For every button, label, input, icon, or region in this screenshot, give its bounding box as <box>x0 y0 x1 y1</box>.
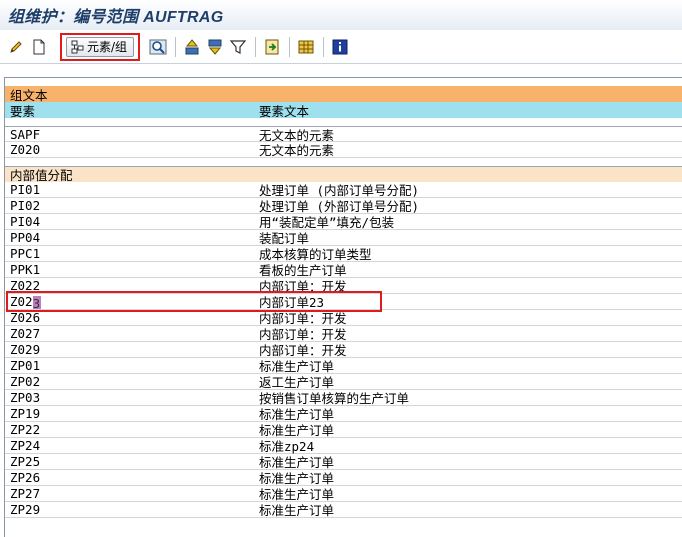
info-icon[interactable] <box>330 37 350 57</box>
column-header-row: 要素 要素文本 <box>5 102 682 119</box>
find-icon[interactable] <box>148 37 168 57</box>
table-row[interactable]: PI04 用“装配定单”填充/包装 <box>5 214 682 230</box>
table-row[interactable]: ZP29 标准生产订单 <box>5 502 682 518</box>
pencil-icon[interactable] <box>6 37 26 57</box>
element-code: ZP29 <box>10 502 41 517</box>
element-code: SAPF <box>10 126 41 142</box>
table-row[interactable]: Z022 内部订单：开发 <box>5 278 682 294</box>
element-code: ZP24 <box>10 438 41 453</box>
element-code: ZP26 <box>10 470 41 485</box>
element-code: PI04 <box>10 214 41 229</box>
element-group-button[interactable]: 元素/组 <box>66 36 135 57</box>
window-title: 组维护：编号范围 AUFTRAG <box>8 9 224 26</box>
element-code-prefix: Z02 <box>10 294 33 309</box>
toolbar-separator <box>323 36 325 57</box>
filter-icon[interactable] <box>228 37 248 57</box>
table-row[interactable]: SAPF 无文本的元素 <box>5 126 682 143</box>
element-group-label: 元素/组 <box>87 40 128 54</box>
element-code: PPC1 <box>10 246 41 261</box>
element-code: ZP19 <box>10 406 41 421</box>
toolbar-separator <box>289 36 291 57</box>
table-row[interactable]: Z020 无文本的元素 <box>5 142 682 158</box>
element-code: Z020 <box>10 142 41 157</box>
table-layout-icon[interactable] <box>296 37 316 57</box>
element-text: 标准生产订单 <box>259 503 335 518</box>
element-code: ZP02 <box>10 374 41 389</box>
element-code: PI02 <box>10 198 41 213</box>
element-text: 无文本的元素 <box>259 143 335 158</box>
element-code: Z026 <box>10 310 41 325</box>
element-code: Z027 <box>10 326 41 341</box>
sort-descending-icon[interactable] <box>205 37 225 57</box>
element-code: PI01 <box>10 182 41 197</box>
table-row[interactable]: ZP25 标准生产订单 <box>5 454 682 470</box>
title-bar: 组维护：编号范围 AUFTRAG <box>0 0 682 30</box>
sort-ascending-icon[interactable] <box>182 37 202 57</box>
table-row[interactable]: ZP27 标准生产订单 <box>5 486 682 502</box>
group-text-header: 组文本 <box>5 86 682 103</box>
application-toolbar: 元素/组 <box>0 30 682 64</box>
table-row[interactable]: ZP01 标准生产订单 <box>5 358 682 374</box>
column-header-element: 要素 <box>10 103 36 119</box>
element-code: ZP27 <box>10 486 41 501</box>
element-code: ZP03 <box>10 390 41 405</box>
element-code-suffix: 3 <box>32 296 41 311</box>
element-code: PP04 <box>10 230 41 245</box>
element-group-highlight: 元素/组 <box>60 32 141 61</box>
export-icon[interactable] <box>262 37 282 57</box>
table-row[interactable]: ZP19 标准生产订单 <box>5 406 682 422</box>
column-header-element-text: 要素文本 <box>259 103 310 119</box>
new-document-icon[interactable] <box>29 37 49 57</box>
toolbar-separator <box>255 36 257 57</box>
table-row[interactable]: Z029 内部订单：开发 <box>5 342 682 358</box>
element-code: ZP01 <box>10 358 41 373</box>
element-group-icon <box>71 40 84 53</box>
table-row[interactable]: ZP22 标准生产订单 <box>5 422 682 438</box>
toolbar-separator <box>175 36 177 57</box>
element-code: PPK1 <box>10 262 41 277</box>
text-cursor: 3 <box>32 296 41 311</box>
element-code: Z029 <box>10 342 41 357</box>
table-row[interactable]: ZP03 按销售订单核算的生产订单 <box>5 390 682 406</box>
element-code: Z022 <box>10 278 41 293</box>
group-list: 组文本 要素 要素文本 SAPF 无文本的元素 Z020 无文本的元素 内部值分… <box>4 77 682 537</box>
table-row[interactable]: ZP24 标准zp24 <box>5 438 682 454</box>
element-code: ZP25 <box>10 454 41 469</box>
element-code: ZP22 <box>10 422 41 437</box>
element-code[interactable]: Z023 <box>10 294 41 311</box>
table-row[interactable]: ZP26 标准生产订单 <box>5 470 682 486</box>
